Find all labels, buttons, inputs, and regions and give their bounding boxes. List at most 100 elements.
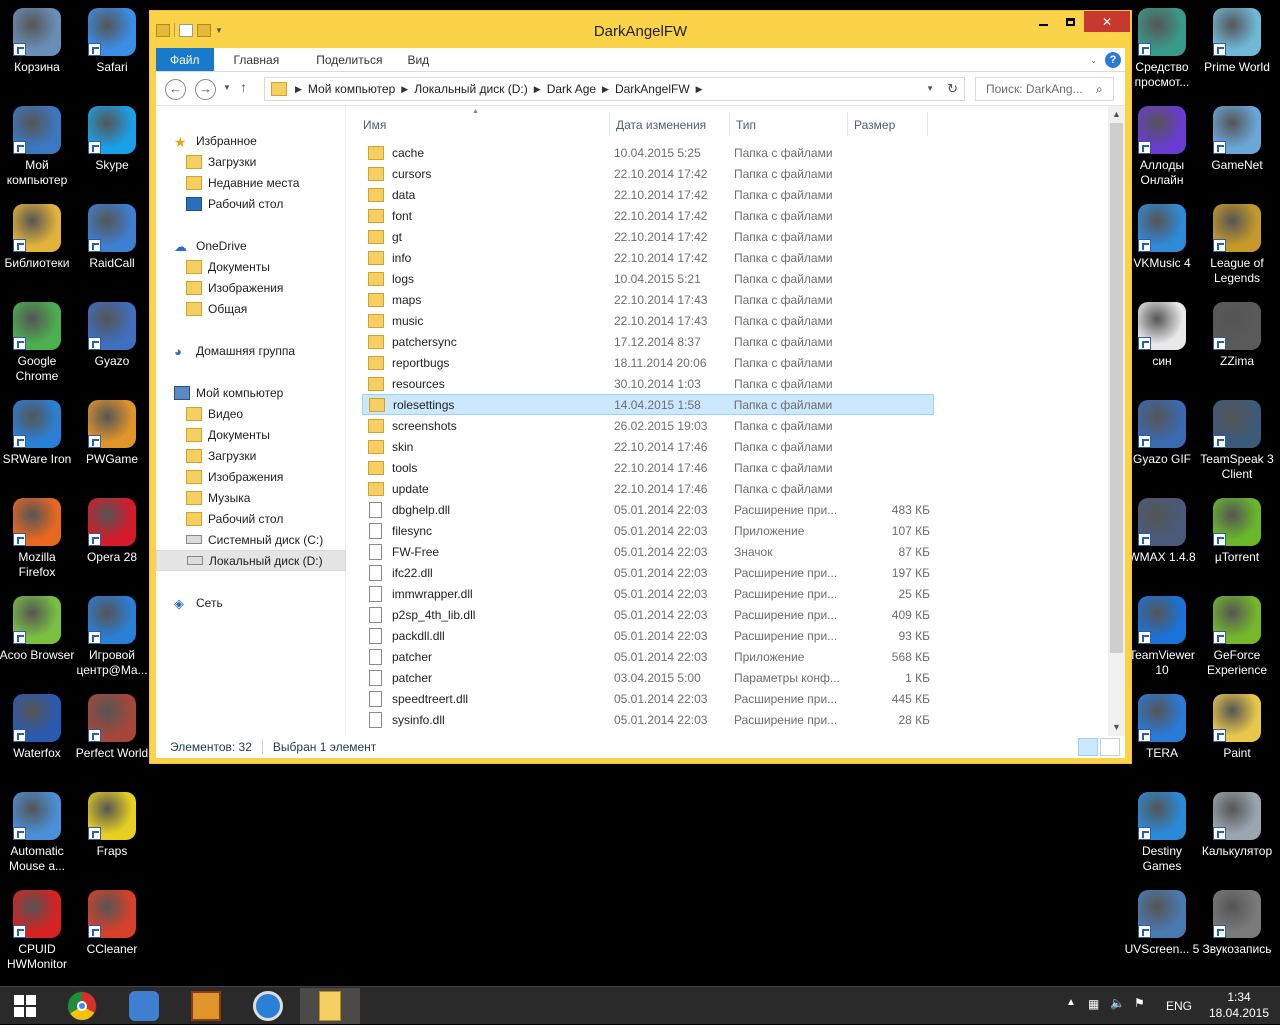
title-bar[interactable]: ▼ DarkAngelFW ✕ <box>150 11 1131 48</box>
up-button[interactable]: ↑ <box>240 79 247 95</box>
vertical-scrollbar[interactable]: ▲ ▼ <box>1108 106 1125 736</box>
nav-item[interactable]: ◕ Домашняя группа <box>156 340 346 361</box>
nav-item[interactable]: ◈ Сеть <box>156 592 346 613</box>
breadcrumb-drive-d[interactable]: Локальный диск (D:) <box>414 82 528 96</box>
desktop-icon[interactable]: ZZima <box>1199 298 1275 369</box>
desktop-icon[interactable]: Acoo Browser <box>0 592 75 663</box>
clock-date[interactable]: 18.04.2015 <box>1203 1006 1275 1020</box>
desktop-icon[interactable]: Prime World <box>1199 4 1275 75</box>
nav-item[interactable]: ★ Избранное <box>156 130 346 151</box>
chevron-right-icon[interactable]: ▶ <box>295 84 302 95</box>
large-icons-view-button[interactable] <box>1100 738 1120 756</box>
breadcrumb-my-computer[interactable]: Мой компьютер <box>308 82 395 96</box>
file-row[interactable]: screenshots 26.02.2015 19:03 Папка с файла… <box>362 415 934 436</box>
file-row[interactable]: cursors 22.10.2014 17:42 Папка с файлами <box>362 163 934 184</box>
nav-item[interactable]: Рабочий стол <box>156 508 346 529</box>
desktop-icon[interactable]: League of Legends <box>1199 200 1275 286</box>
desktop-icon[interactable]: PWGame <box>74 396 150 467</box>
desktop-icon[interactable]: µTorrent <box>1199 494 1275 565</box>
desktop-icon[interactable]: син <box>1124 298 1200 369</box>
desktop-icon[interactable]: Automatic Mouse a... <box>0 788 75 874</box>
refresh-icon[interactable]: ↻ <box>947 81 958 97</box>
nav-item[interactable]: Рабочий стол <box>156 193 346 214</box>
tab-share[interactable]: Поделиться <box>294 48 397 71</box>
tab-file[interactable]: Файл <box>156 48 214 71</box>
desktop-icon[interactable]: Калькулятор <box>1199 788 1275 859</box>
ribbon-expand-icon[interactable]: ⌄ <box>1090 56 1097 65</box>
nav-item[interactable]: Системный диск (C:) <box>156 529 346 550</box>
close-button[interactable]: ✕ <box>1084 11 1130 32</box>
recent-locations-icon[interactable]: ▼ <box>223 83 231 92</box>
address-bar[interactable]: ▶ Мой компьютер ▶ Локальный диск (D:) ▶ … <box>264 77 965 101</box>
desktop-icon[interactable]: Mozilla Firefox <box>0 494 75 580</box>
desktop-icon[interactable]: Мой компьютер <box>0 102 75 188</box>
file-row[interactable]: tools 22.10.2014 17:46 Папка с файлами <box>362 457 934 478</box>
chevron-right-icon[interactable]: ▶ <box>401 84 408 95</box>
details-view-button[interactable] <box>1078 738 1098 756</box>
nav-item[interactable]: Музыка <box>156 487 346 508</box>
network-icon[interactable]: ▦ <box>1088 997 1099 1011</box>
taskbar-raidcall[interactable] <box>114 988 174 1024</box>
scroll-down-icon[interactable]: ▼ <box>1108 719 1125 736</box>
file-row[interactable]: skin 22.10.2014 17:46 Папка с файлами <box>362 436 934 457</box>
desktop-icon[interactable]: GameNet <box>1199 102 1275 173</box>
desktop-icon[interactable]: Аллоды Онлайн <box>1124 102 1200 188</box>
file-row[interactable]: maps 22.10.2014 17:43 Папка с файлами <box>362 289 934 310</box>
desktop-icon[interactable]: Gyazo <box>74 298 150 369</box>
taskbar-srware-iron[interactable] <box>238 988 298 1024</box>
desktop-icon[interactable]: UVScreen... 5 <box>1124 886 1200 957</box>
start-button[interactable] <box>0 988 50 1024</box>
chevron-right-icon[interactable]: ▶ <box>696 84 703 95</box>
file-row[interactable]: music 22.10.2014 17:43 Папка с файлами <box>362 310 934 331</box>
file-row[interactable]: patchersync 17.12.2014 8:37 Папка с файлам… <box>362 331 934 352</box>
file-row[interactable]: data 22.10.2014 17:42 Папка с файлами <box>362 184 934 205</box>
nav-item[interactable]: Изображения <box>156 277 346 298</box>
volume-icon[interactable]: 🔈 <box>1110 996 1125 1010</box>
desktop-icon[interactable]: Google Chrome <box>0 298 75 384</box>
desktop-icon[interactable]: TERA <box>1124 690 1200 761</box>
file-row[interactable]: font 22.10.2014 17:42 Папка с файлами <box>362 205 934 226</box>
file-row[interactable]: packdll.dll 05.01.2014 22:03 Расширение пр… <box>362 625 934 646</box>
breadcrumb-dark-age[interactable]: Dark Age <box>547 82 596 96</box>
nav-item[interactable]: Документы <box>156 424 346 445</box>
column-header-name[interactable]: Имя ▲ <box>348 108 610 136</box>
desktop-icon[interactable]: Игровой центр@Ma... <box>74 592 150 678</box>
nav-item[interactable]: Недавние места <box>156 172 346 193</box>
taskbar-chrome[interactable] <box>52 988 112 1024</box>
column-header-type[interactable]: Тип <box>730 112 848 136</box>
tab-view[interactable]: Вид <box>397 48 444 71</box>
nav-item[interactable]: Загрузки <box>156 445 346 466</box>
file-row[interactable]: info 22.10.2014 17:42 Папка с файлами <box>362 247 934 268</box>
desktop-icon[interactable]: GeForce Experience <box>1199 592 1275 678</box>
language-indicator[interactable]: ENG <box>1166 999 1192 1013</box>
desktop-icon[interactable]: Safari <box>74 4 150 75</box>
file-row[interactable]: patcher 05.01.2014 22:03 Приложение 568 КБ <box>362 646 934 667</box>
maximize-button[interactable] <box>1057 11 1084 32</box>
file-row[interactable]: dbghelp.dll 05.01.2014 22:03 Расширение пр… <box>362 499 934 520</box>
nav-item[interactable]: Общая <box>156 298 346 319</box>
chevron-right-icon[interactable]: ▶ <box>534 84 541 95</box>
file-row[interactable]: cache 10.04.2015 5:25 Папка с файлами <box>362 142 934 163</box>
desktop-icon[interactable]: Средство просмот... <box>1124 4 1200 90</box>
chevron-down-icon[interactable]: ▼ <box>926 84 934 93</box>
forward-button[interactable]: → <box>195 79 216 100</box>
desktop-icon[interactable]: Paint <box>1199 690 1275 761</box>
nav-item[interactable]: Загрузки <box>156 151 346 172</box>
nav-item[interactable]: Мой компьютер <box>156 382 346 403</box>
file-row[interactable]: FW-Free 05.01.2014 22:03 Значок 87 КБ <box>362 541 934 562</box>
file-row[interactable]: ifc22.dll 05.01.2014 22:03 Расширение при.… <box>362 562 934 583</box>
desktop-icon[interactable]: TeamViewer 10 <box>1124 592 1200 678</box>
desktop-icon[interactable]: Destiny Games <box>1124 788 1200 874</box>
desktop-icon[interactable]: Fraps <box>74 788 150 859</box>
taskbar-pwgame[interactable] <box>176 988 236 1024</box>
desktop-icon[interactable]: Корзина <box>0 4 75 75</box>
clock-time[interactable]: 1:34 <box>1203 990 1275 1004</box>
desktop-icon[interactable]: Библиотеки <box>0 200 75 271</box>
column-header-size[interactable]: Размер <box>848 112 928 136</box>
back-button[interactable]: ← <box>165 79 186 100</box>
breadcrumb-darkangelfw[interactable]: DarkAngelFW <box>615 82 690 96</box>
column-header-date[interactable]: Дата изменения <box>610 112 730 136</box>
nav-item[interactable]: Изображения <box>156 466 346 487</box>
action-center-icon[interactable]: ⚑ <box>1134 996 1145 1010</box>
file-row[interactable]: filesync 05.01.2014 22:03 Приложение 107 КБ <box>362 520 934 541</box>
